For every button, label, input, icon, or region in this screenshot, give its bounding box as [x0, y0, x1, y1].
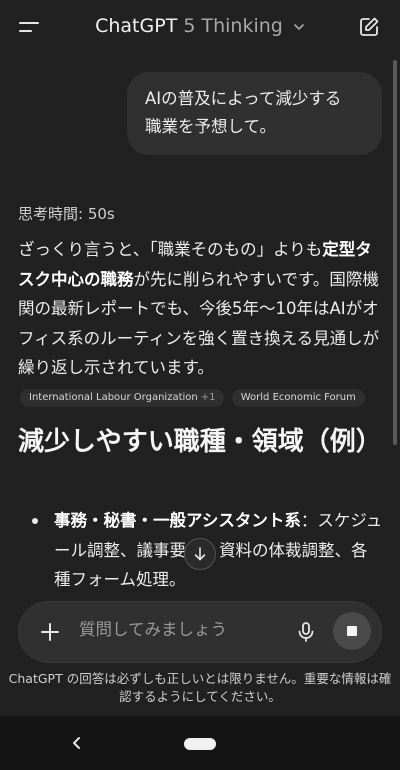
list-item-title: 事務・秘書・一般アシスタント系 — [54, 511, 301, 530]
stop-generating-button[interactable] — [333, 612, 371, 650]
answer-text: ざっくり言うと、「職業そのもの」よりも — [18, 240, 323, 259]
user-message-line: AIの普及によって減少する — [145, 89, 342, 108]
model-selector[interactable]: ChatGPT 5 Thinking — [0, 15, 400, 37]
user-message-line: 職業を予想して。 — [145, 117, 277, 136]
back-button[interactable] — [68, 734, 86, 752]
attach-button[interactable] — [39, 621, 61, 643]
citation-chip[interactable]: International Labour Organization +1 — [20, 388, 225, 407]
new-chat-button[interactable] — [358, 16, 380, 38]
chat-scrollbar[interactable] — [393, 60, 397, 445]
citation-label: World Economic Forum — [240, 391, 356, 403]
voice-input-button[interactable] — [295, 621, 317, 643]
section-heading: 減少しやすい職種・領域（例） — [18, 427, 382, 457]
list-item-separator: ： — [300, 511, 318, 530]
plus-icon — [41, 623, 59, 641]
back-icon — [73, 737, 80, 749]
assistant-answer: ざっくり言うと、「職業そのもの」よりも定型タスク中心の職務が先に削られやすいです… — [18, 235, 383, 412]
citation-chip[interactable]: World Economic Forum — [231, 388, 365, 407]
scroll-to-bottom-button[interactable] — [184, 538, 216, 570]
new-chat-icon — [360, 17, 379, 36]
top-bar: ChatGPT 5 Thinking — [0, 0, 400, 56]
system-nav-bar — [0, 716, 400, 770]
citation-label: International Labour Organization — [29, 391, 198, 403]
disclaimer: ChatGPT の回答は必ずしも正しいとは限りません。重要な情報は確認するように… — [8, 671, 392, 704]
home-pill[interactable] — [184, 738, 216, 750]
mic-icon — [298, 622, 314, 642]
message-input[interactable] — [77, 619, 281, 640]
stop-icon — [347, 626, 357, 636]
model-name: 5 Thinking — [183, 15, 283, 37]
user-message: AIの普及によって減少する 職業を予想して。 — [127, 72, 382, 155]
app-name: ChatGPT — [95, 15, 178, 37]
composer — [18, 601, 382, 663]
citation-extra: +1 — [200, 391, 216, 403]
bullet — [32, 518, 38, 524]
thinking-time[interactable]: 思考時間: 50s — [18, 203, 115, 224]
arrow-down-icon — [194, 547, 206, 561]
chevron-down-icon — [294, 23, 304, 30]
